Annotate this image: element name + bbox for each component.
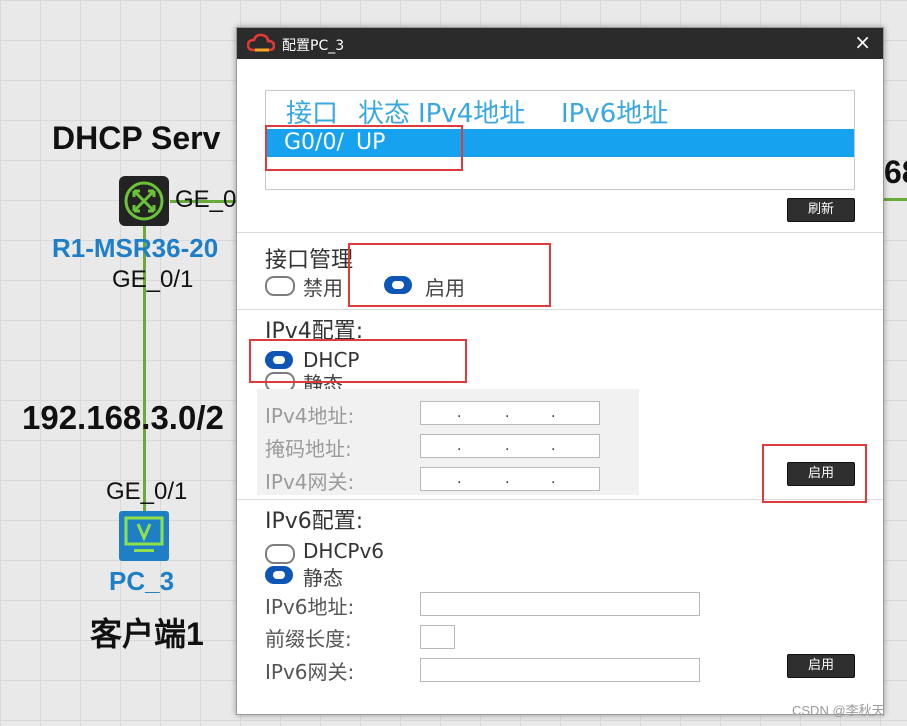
ip-dot: . bbox=[457, 405, 462, 421]
network-label: 192.168.3.0/2 bbox=[22, 399, 224, 436]
dialog-titlebar[interactable]: 配置PC_3 × bbox=[237, 28, 883, 59]
ip-dot: . bbox=[551, 471, 556, 487]
mask-label: 掩码地址: bbox=[265, 437, 352, 461]
ip-dot: . bbox=[457, 471, 462, 487]
ip-dot: . bbox=[505, 471, 510, 487]
ip-dot: . bbox=[505, 438, 510, 454]
ip-dot: . bbox=[457, 438, 462, 454]
highlight-box-enable bbox=[348, 243, 551, 307]
highlight-box-dhcp bbox=[249, 339, 467, 383]
divider bbox=[237, 309, 883, 310]
highlight-box-interface bbox=[265, 125, 463, 171]
router-port-bottom: GE_0/1 bbox=[112, 266, 194, 293]
ipv4-gw-label: IPv4网关: bbox=[265, 470, 355, 494]
pc-port: GE_0/1 bbox=[106, 478, 188, 505]
ipv6-dhcp-label: DHCPv6 bbox=[303, 539, 385, 563]
ipv6-static-label: 静态 bbox=[303, 566, 343, 590]
ipv6-addr-input[interactable] bbox=[420, 592, 700, 616]
router-port-right: GE_0 bbox=[175, 186, 237, 213]
ipv6-apply-button[interactable]: 启用 bbox=[787, 654, 855, 678]
ipv6-gw-input[interactable] bbox=[420, 658, 700, 682]
disable-label: 禁用 bbox=[303, 276, 343, 300]
disable-radio[interactable] bbox=[265, 276, 295, 296]
right-edge-label: 68 bbox=[884, 154, 907, 190]
prefix-input[interactable] bbox=[420, 625, 455, 649]
refresh-button[interactable]: 刷新 bbox=[787, 198, 855, 222]
client-label: 客户端1 bbox=[90, 616, 204, 652]
pc-name: PC_3 bbox=[109, 566, 175, 596]
interface-mgmt-title: 接口管理 bbox=[265, 248, 354, 273]
mask-input[interactable]: . . . bbox=[420, 434, 600, 458]
divider bbox=[237, 232, 883, 233]
ipv6-dhcp-radio[interactable] bbox=[265, 544, 295, 564]
ipv6-config-title: IPv6配置: bbox=[265, 509, 364, 534]
router-name: R1-MSR36-20 bbox=[52, 233, 219, 263]
prefix-label: 前缀长度: bbox=[265, 627, 352, 651]
ipv6-addr-label: IPv6地址: bbox=[265, 595, 355, 619]
ipv4-gw-input[interactable]: . . . bbox=[420, 467, 600, 491]
server-label: DHCP Serv bbox=[52, 120, 221, 156]
highlight-box-apply bbox=[762, 444, 867, 503]
ipv6-static-radio[interactable] bbox=[265, 566, 293, 584]
router-icon[interactable] bbox=[119, 176, 169, 226]
dialog-title: 配置PC_3 bbox=[282, 38, 345, 54]
pc-icon[interactable] bbox=[119, 511, 169, 561]
col-ipv6: IPv6地址 bbox=[561, 99, 669, 129]
link-right bbox=[880, 198, 907, 201]
watermark: CSDN @李秋天 bbox=[792, 703, 885, 718]
ip-dot: . bbox=[551, 438, 556, 454]
ip-dot: . bbox=[551, 405, 556, 421]
ipv4-addr-input[interactable]: . . . bbox=[420, 401, 600, 425]
ip-dot: . bbox=[505, 405, 510, 421]
ipv6-gw-label: IPv6网关: bbox=[265, 660, 355, 684]
cloud-icon bbox=[246, 33, 276, 57]
ipv4-addr-label: IPv4地址: bbox=[265, 404, 355, 428]
close-icon[interactable]: × bbox=[854, 31, 871, 53]
